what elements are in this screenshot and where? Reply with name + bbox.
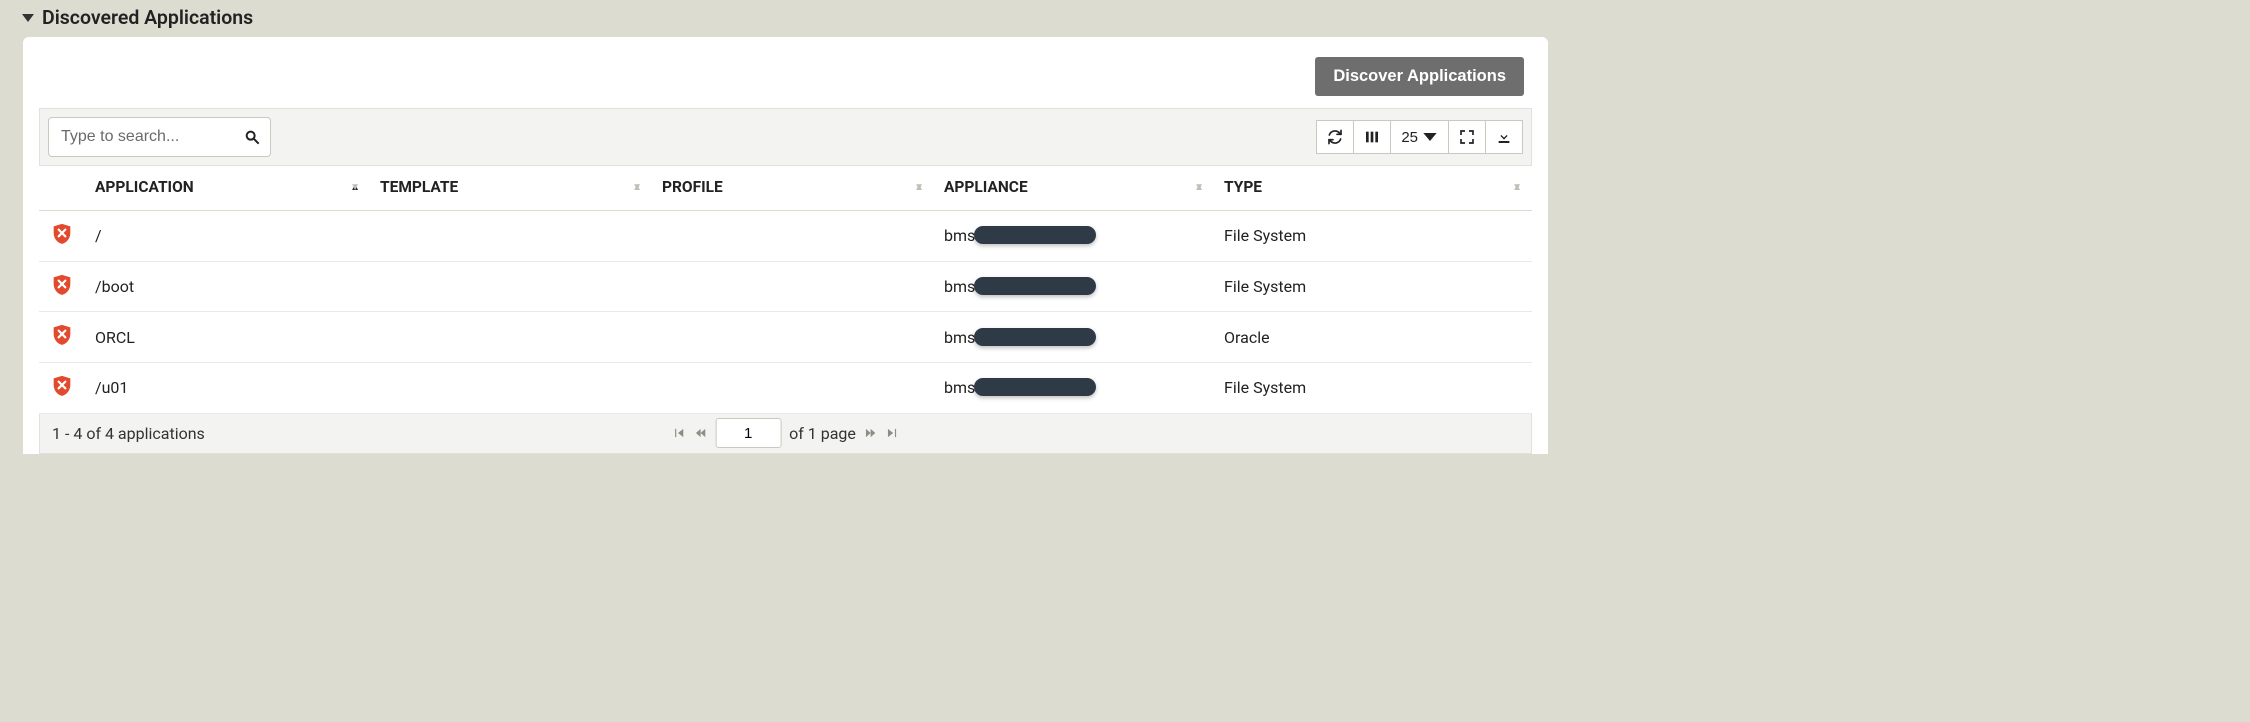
cell-appliance: bms bbox=[934, 211, 1214, 262]
cell-appliance: bms bbox=[934, 362, 1214, 413]
unprotected-icon bbox=[52, 324, 72, 346]
section-title: Discovered Applications bbox=[42, 6, 253, 29]
search-input-wrapper[interactable] bbox=[48, 117, 271, 157]
appliance-prefix: bms bbox=[944, 328, 975, 347]
table-row[interactable]: ORCL bms Oracle bbox=[39, 312, 1532, 363]
applications-table: APPLICATION ▲▼ TEMPLATE ▲▼ P bbox=[39, 166, 1532, 414]
page-prev-button[interactable] bbox=[693, 426, 707, 440]
search-input[interactable] bbox=[59, 127, 244, 147]
col-status[interactable] bbox=[39, 166, 85, 211]
table-footer: 1 - 4 of 4 applications of 1 page bbox=[39, 414, 1532, 454]
cell-application: ORCL bbox=[85, 312, 370, 363]
discover-applications-button[interactable]: Discover Applications bbox=[1315, 57, 1524, 96]
cell-type: File System bbox=[1214, 261, 1532, 312]
page-of-label: of 1 page bbox=[789, 424, 856, 443]
cell-appliance: bms bbox=[934, 312, 1214, 363]
cell-profile bbox=[652, 362, 934, 413]
col-template[interactable]: TEMPLATE ▲▼ bbox=[370, 166, 652, 211]
cell-template bbox=[370, 362, 652, 413]
cell-profile bbox=[652, 312, 934, 363]
triangle-down-icon bbox=[22, 6, 34, 29]
cell-type: File System bbox=[1214, 211, 1532, 262]
table-toolbar: 25 bbox=[39, 108, 1532, 166]
columns-icon bbox=[1364, 129, 1380, 145]
page-size-value: 25 bbox=[1401, 129, 1418, 146]
appliance-prefix: bms bbox=[944, 226, 975, 245]
appliance-prefix: bms bbox=[944, 277, 975, 296]
table-row[interactable]: /boot bms File System bbox=[39, 261, 1532, 312]
search-icon[interactable] bbox=[244, 129, 260, 145]
results-summary: 1 - 4 of 4 applications bbox=[52, 424, 205, 443]
refresh-icon bbox=[1327, 129, 1343, 145]
page-first-button[interactable] bbox=[671, 426, 685, 440]
cell-application: / bbox=[85, 211, 370, 262]
fullscreen-button[interactable] bbox=[1448, 120, 1486, 154]
redacted-text bbox=[974, 226, 1096, 244]
page-input[interactable] bbox=[715, 418, 781, 448]
section-toggle-discovered-applications[interactable]: Discovered Applications bbox=[15, 0, 1548, 37]
cell-template bbox=[370, 211, 652, 262]
chevron-down-icon bbox=[1422, 129, 1438, 145]
redacted-text bbox=[974, 277, 1096, 295]
col-type[interactable]: TYPE ▲▼ bbox=[1214, 166, 1532, 211]
cell-template bbox=[370, 261, 652, 312]
col-application[interactable]: APPLICATION ▲▼ bbox=[85, 166, 370, 211]
col-profile[interactable]: PROFILE ▲▼ bbox=[652, 166, 934, 211]
appliance-prefix: bms bbox=[944, 378, 975, 397]
download-button[interactable] bbox=[1485, 120, 1523, 154]
unprotected-icon bbox=[52, 223, 72, 245]
cell-profile bbox=[652, 261, 934, 312]
unprotected-icon bbox=[52, 375, 72, 397]
table-row[interactable]: / bms File System bbox=[39, 211, 1532, 262]
cell-profile bbox=[652, 211, 934, 262]
cell-application: /boot bbox=[85, 261, 370, 312]
fullscreen-icon bbox=[1459, 129, 1475, 145]
download-icon bbox=[1496, 129, 1512, 145]
cell-application: /u01 bbox=[85, 362, 370, 413]
refresh-button[interactable] bbox=[1316, 120, 1354, 154]
page-last-button[interactable] bbox=[886, 426, 900, 440]
page-next-button[interactable] bbox=[864, 426, 878, 440]
page-size-select[interactable]: 25 bbox=[1390, 120, 1449, 154]
pager: of 1 page bbox=[671, 418, 900, 448]
cell-type: Oracle bbox=[1214, 312, 1532, 363]
cell-template bbox=[370, 312, 652, 363]
unprotected-icon bbox=[52, 274, 72, 296]
columns-button[interactable] bbox=[1353, 120, 1391, 154]
cell-type: File System bbox=[1214, 362, 1532, 413]
col-appliance[interactable]: APPLIANCE ▲▼ bbox=[934, 166, 1214, 211]
redacted-text bbox=[974, 378, 1096, 396]
cell-appliance: bms bbox=[934, 261, 1214, 312]
table-row[interactable]: /u01 bms File System bbox=[39, 362, 1532, 413]
redacted-text bbox=[974, 328, 1096, 346]
applications-card: Discover Applications bbox=[23, 37, 1548, 454]
